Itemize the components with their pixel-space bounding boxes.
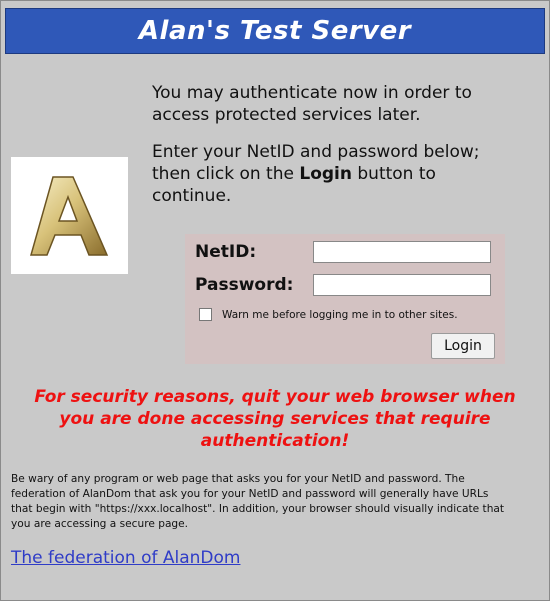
security-warning-line-1: For security reasons, quit your web brow…: [34, 387, 516, 407]
intro-line-2: access protected services later.: [152, 105, 421, 125]
header-bar: Alan's Test Server: [5, 8, 545, 54]
netid-row: NetID:: [195, 241, 491, 263]
password-row: Password:: [195, 274, 491, 296]
intro-line-4-post: button to: [351, 164, 436, 184]
intro-paragraph-1: You may authenticate now in order to acc…: [152, 82, 532, 126]
intro-line-3: Enter your NetID and password below;: [152, 142, 480, 162]
security-warning-line-3: authentication!: [200, 431, 350, 451]
intro-paragraph-2: Enter your NetID and password below; the…: [152, 141, 532, 207]
warn-label: Warn me before logging me in to other si…: [222, 308, 458, 321]
notice-line-1: Be wary of any program or web page that …: [11, 473, 465, 485]
netid-label: NetID:: [195, 242, 257, 262]
login-button[interactable]: Login: [431, 333, 495, 359]
logo: [11, 157, 128, 274]
password-field[interactable]: [313, 274, 491, 296]
password-label: Password:: [195, 275, 294, 295]
notice-line-3: that begin with "https://xxx.localhost".…: [11, 503, 505, 515]
intro-line-4-pre: then click on the: [152, 164, 300, 184]
notice-line-4: you are accessing a secure page.: [11, 518, 189, 530]
notice-line-2: federation of AlanDom that ask you for y…: [11, 488, 489, 500]
login-form: NetID: Password: Warn me before logging …: [185, 234, 505, 364]
intro-text: You may authenticate now in order to acc…: [152, 82, 532, 222]
netid-field[interactable]: [313, 241, 491, 263]
letter-a-logo-icon: [30, 176, 109, 256]
intro-line-1: You may authenticate now in order to: [152, 83, 472, 103]
security-warning-line-2: you are done accessing services that req…: [59, 409, 491, 429]
security-warning: For security reasons, quit your web brow…: [0, 386, 550, 452]
intro-line-5: continue.: [152, 186, 232, 206]
federation-link[interactable]: The federation of AlanDom: [11, 548, 240, 568]
page-title: Alan's Test Server: [138, 16, 412, 46]
warn-checkbox[interactable]: [199, 308, 212, 321]
intro-login-emphasis: Login: [299, 164, 352, 184]
security-notice: Be wary of any program or web page that …: [11, 472, 539, 532]
warn-row: Warn me before logging me in to other si…: [199, 308, 458, 321]
